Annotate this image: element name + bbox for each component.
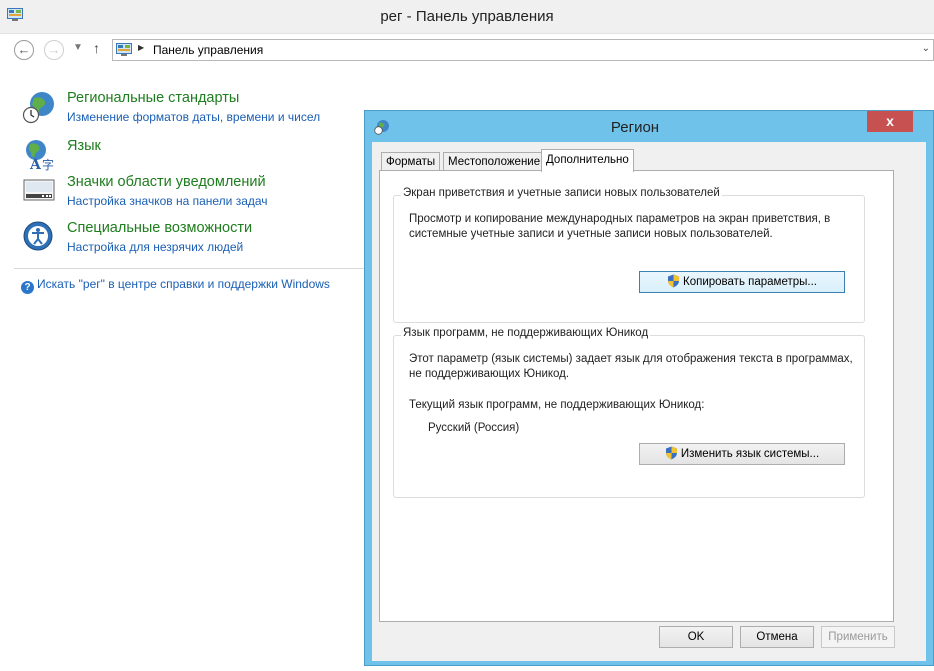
svg-text:字: 字 — [42, 157, 54, 172]
language-icon: A 字 — [26, 140, 54, 172]
tab-page-advanced: Экран приветствия и учетные записи новых… — [379, 170, 894, 622]
non-unicode-group: Язык программ, не поддерживающих Юникод … — [393, 327, 865, 498]
address-bar[interactable]: ▶ Панель управления ⌄ — [112, 39, 934, 61]
region-dialog: Регион x Форматы Местоположение Дополнит… — [364, 110, 934, 666]
apply-button[interactable]: Применить — [821, 626, 895, 648]
result-heading[interactable]: Язык — [67, 138, 101, 154]
cancel-button[interactable]: Отмена — [740, 626, 814, 648]
help-search-link[interactable]: ? Искать "рег" в центре справки и поддерж… — [21, 277, 330, 294]
copy-settings-button[interactable]: Копировать параметры... — [639, 271, 845, 293]
tab-advanced[interactable]: Дополнительно — [541, 149, 634, 172]
breadcrumb-arrow-icon[interactable]: ▶ — [138, 43, 144, 52]
uac-shield-icon — [668, 274, 680, 288]
group-description: Этот параметр (язык системы) задает язык… — [409, 353, 853, 380]
address-dropdown-icon[interactable]: ⌄ — [922, 43, 930, 54]
help-search-text[interactable]: Искать "рег" в центре справки и поддержк… — [37, 277, 330, 291]
uac-shield-icon — [665, 446, 677, 460]
taskbar-icon — [23, 179, 55, 201]
welcome-screen-group: Экран приветствия и учетные записи новых… — [393, 187, 865, 323]
group-legend: Язык программ, не поддерживающих Юникод — [401, 327, 651, 339]
window-title: рег - Панель управления — [380, 8, 554, 25]
tab-formats[interactable]: Форматы — [381, 152, 441, 170]
dialog-titlebar[interactable]: Регион x — [365, 111, 933, 141]
help-icon: ? — [21, 281, 34, 294]
dialog-body: Форматы Местоположение Дополнительно Экр… — [372, 142, 926, 661]
back-button[interactable]: ← — [14, 40, 34, 60]
forward-button[interactable]: → — [44, 40, 64, 60]
tab-location[interactable]: Местоположение — [443, 152, 546, 170]
svg-text:A: A — [29, 157, 42, 172]
control-panel-icon — [116, 43, 132, 56]
result-link[interactable]: Настройка для незрячих людей — [67, 240, 243, 254]
recent-locations-chevron-icon[interactable]: ▼ — [73, 42, 83, 53]
group-legend: Экран приветствия и учетные записи новых… — [401, 187, 722, 199]
dialog-close-button[interactable]: x — [867, 111, 913, 132]
current-language-label: Текущий язык программ, не поддерживающих… — [409, 399, 705, 411]
result-heading[interactable]: Значки области уведомлений — [67, 174, 266, 190]
current-language-value: Русский (Россия) — [428, 422, 520, 434]
result-link[interactable]: Изменение форматов даты, времени и чисел — [67, 110, 320, 124]
copy-settings-label: Копировать параметры... — [683, 276, 817, 288]
group-description: Просмотр и копирование международных пар… — [409, 213, 831, 240]
result-link[interactable]: Настройка значков на панели задач — [67, 194, 268, 208]
globe-clock-icon — [22, 92, 54, 124]
breadcrumb-control-panel[interactable]: Панель управления — [153, 43, 263, 57]
dialog-title: Регион — [610, 119, 660, 136]
ok-button[interactable]: OK — [659, 626, 733, 648]
result-heading[interactable]: Региональные стандарты — [67, 90, 239, 106]
navigation-bar: ← → ▼ ↑ ▶ Панель управления ⌄ — [0, 34, 934, 66]
up-button[interactable]: ↑ — [93, 40, 100, 56]
change-system-locale-button[interactable]: Изменить язык системы... — [639, 443, 845, 465]
change-system-locale-label: Изменить язык системы... — [680, 448, 820, 460]
window-titlebar: рег - Панель управления — [0, 0, 934, 34]
accessibility-icon — [23, 221, 53, 251]
result-heading[interactable]: Специальные возможности — [67, 220, 252, 236]
